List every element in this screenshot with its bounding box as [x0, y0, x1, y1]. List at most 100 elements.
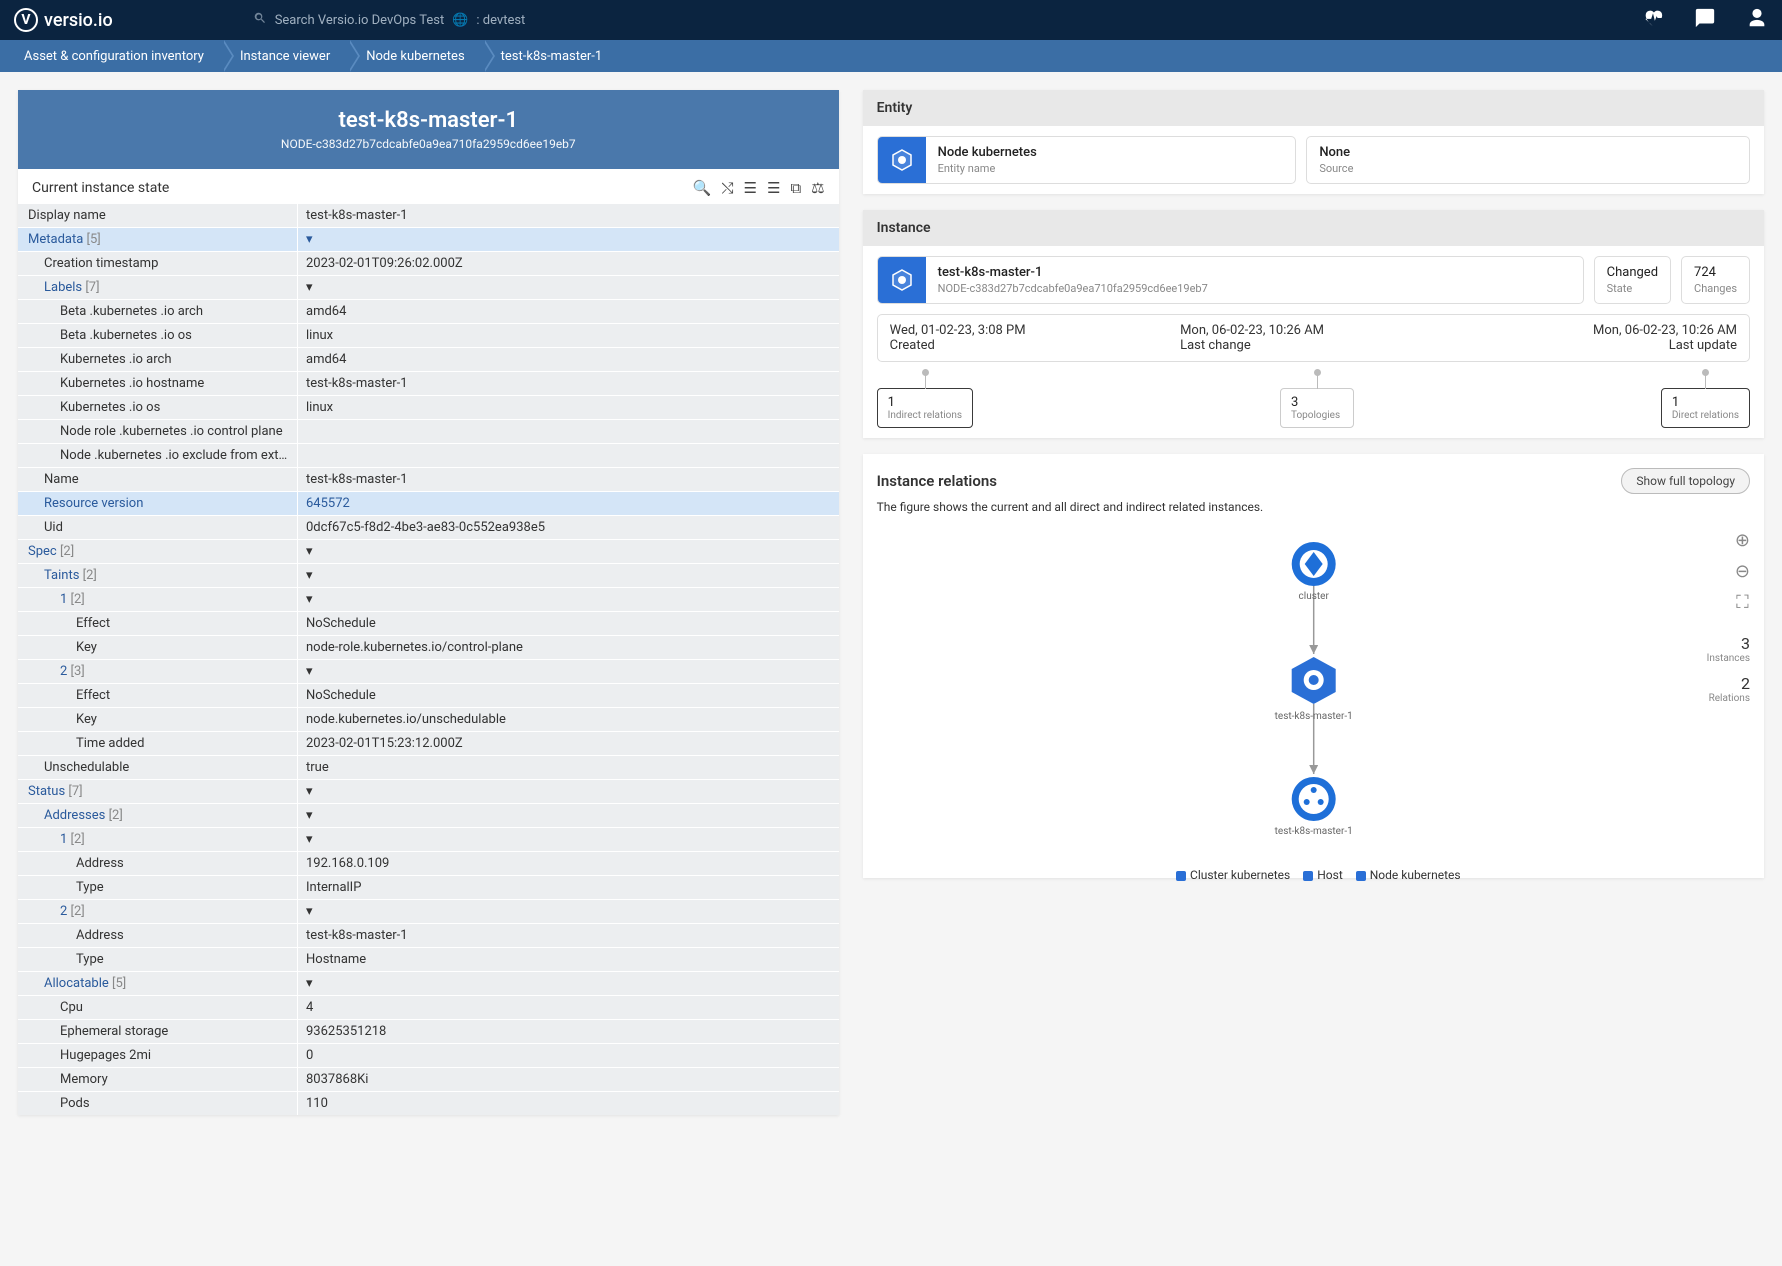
chevron-down-icon[interactable]: ▾: [306, 280, 313, 295]
indent-out-icon[interactable]: ☰: [767, 179, 780, 197]
property-value: ▾: [298, 780, 839, 803]
chevron-down-icon[interactable]: ▾: [306, 832, 313, 847]
chat-icon[interactable]: [1694, 7, 1716, 33]
topology-stats: 3 Instances 2 Relations: [1707, 634, 1750, 714]
magnify-icon[interactable]: 🔍: [693, 179, 712, 197]
property-value: ▾: [298, 564, 839, 587]
property-key: 1 [2]: [18, 588, 298, 611]
last-change-value: Mon, 06-02-23, 10:26 AM: [1180, 323, 1446, 338]
expandable-row[interactable]: 1 [2]▾: [18, 827, 839, 851]
property-key: Uid: [18, 516, 298, 539]
property-key: Resource version: [18, 492, 298, 515]
property-key: Taints [2]: [18, 564, 298, 587]
section-title: Current instance state: [32, 180, 169, 196]
entity-source-card[interactable]: None Source: [1306, 136, 1750, 184]
chevron-down-icon[interactable]: ▾: [306, 592, 313, 607]
scales-icon[interactable]: ⚖: [811, 179, 824, 197]
property-value: 2023-02-01T09:26:02.000Z: [298, 252, 839, 275]
property-value: 645572: [298, 492, 839, 515]
chevron-down-icon[interactable]: ▾: [306, 568, 313, 583]
property-value: amd64: [298, 300, 839, 323]
expandable-row[interactable]: 2 [2] ▾: [18, 899, 839, 923]
user-icon[interactable]: [1746, 7, 1768, 33]
chevron-down-icon[interactable]: ▾: [306, 232, 313, 247]
property-value: 192.168.0.109: [298, 852, 839, 875]
expandable-row[interactable]: 1 [2] ▾: [18, 587, 839, 611]
chevron-down-icon[interactable]: ▾: [306, 544, 313, 559]
chevron-down-icon[interactable]: ▾: [306, 784, 313, 799]
property-value: 2023-02-01T15:23:12.000Z: [298, 732, 839, 755]
topologies-card[interactable]: 3 Topologies: [1280, 388, 1354, 428]
indent-in-icon[interactable]: ☰: [744, 179, 757, 197]
entity-name: Node kubernetes: [938, 145, 1284, 160]
property-key: Metadata [5]: [18, 228, 298, 251]
entity-name-card[interactable]: Node kubernetes Entity name: [877, 136, 1297, 184]
property-value: test-k8s-master-1: [298, 204, 839, 227]
show-topology-button[interactable]: Show full topology: [1621, 468, 1750, 494]
expandable-row[interactable]: Addresses [2]▾: [18, 803, 839, 827]
instance-state-label: State: [1607, 282, 1658, 295]
entity-source-label: Source: [1319, 162, 1737, 175]
property-value: test-k8s-master-1: [298, 372, 839, 395]
property-key: 2 [2]: [18, 900, 298, 923]
property-row: Creation timestamp2023-02-01T09:26:02.00…: [18, 251, 839, 275]
property-row: Pods110: [18, 1091, 839, 1115]
crumb-node-kubernetes[interactable]: Node kubernetes: [350, 40, 484, 72]
expandable-row[interactable]: Taints [2] ▾: [18, 563, 839, 587]
direct-relations-card[interactable]: 1 Direct relations: [1661, 388, 1750, 428]
copy-icon[interactable]: ⧉: [790, 179, 801, 197]
property-row: Unschedulabletrue: [18, 755, 839, 779]
entity-panel: Entity Node kubernetes Entity name None …: [863, 90, 1764, 194]
instance-state-card[interactable]: Changed State: [1594, 256, 1671, 304]
property-row: Resource version645572: [18, 491, 839, 515]
property-value: Hostname: [298, 948, 839, 971]
expandable-row[interactable]: 2 [3]▾: [18, 659, 839, 683]
chevron-down-icon[interactable]: ▾: [306, 664, 313, 679]
property-key: Effect: [18, 684, 298, 707]
property-key: Ephemeral storage: [18, 1020, 298, 1043]
breadcrumbs: Asset & configuration inventory Instance…: [0, 40, 1782, 72]
property-row: Keynode.kubernetes.io/unschedulable: [18, 707, 839, 731]
zoom-out-icon[interactable]: ⊖: [1735, 561, 1750, 582]
property-value: amd64: [298, 348, 839, 371]
hero-title: test-k8s-master-1: [30, 108, 827, 133]
chevron-down-icon[interactable]: ▾: [306, 976, 313, 991]
expandable-row[interactable]: Status [7]▾: [18, 779, 839, 803]
instance-name: test-k8s-master-1: [938, 265, 1571, 280]
logo[interactable]: V versio.io: [14, 8, 113, 32]
topology-graph[interactable]: ⊕ ⊖ ⛶ 3 Instances 2 Relations: [877, 524, 1750, 864]
chevron-down-icon[interactable]: ▾: [306, 904, 313, 919]
heartbeat-icon[interactable]: [1642, 7, 1664, 33]
created-value: Wed, 01-02-23, 3:08 PM: [890, 323, 1156, 338]
crumb-instance-viewer[interactable]: Instance viewer: [224, 40, 350, 72]
property-key: Address: [18, 852, 298, 875]
property-value: 110: [298, 1092, 839, 1115]
instance-panel: Instance test-k8s-master-1 NODE-c383d27b…: [863, 210, 1764, 438]
instance-name-card[interactable]: test-k8s-master-1 NODE-c383d27b7cdcabfe0…: [877, 256, 1584, 304]
expandable-row[interactable]: Spec [2]▾: [18, 539, 839, 563]
expandable-row[interactable]: Allocatable [5]▾: [18, 971, 839, 995]
search-bar[interactable]: Search Versio.io DevOps Test 🌐 : devtest: [253, 11, 526, 29]
svg-text:test-k8s-master-1: test-k8s-master-1: [1274, 826, 1352, 837]
property-key: Cpu: [18, 996, 298, 1019]
fullscreen-icon[interactable]: ⛶: [1736, 592, 1749, 613]
search-suffix: : devtest: [476, 13, 525, 28]
zoom-in-icon[interactable]: ⊕: [1735, 530, 1750, 551]
expandable-row[interactable]: Metadata [5] ▾: [18, 227, 839, 251]
property-key: Name: [18, 468, 298, 491]
topology-svg: cluster test-k8s-master-1 test-k8s-maste…: [877, 524, 1750, 864]
property-value: [298, 420, 839, 443]
expandable-row[interactable]: Labels [7]▾: [18, 275, 839, 299]
property-row: Memory8037868Ki: [18, 1067, 839, 1091]
indirect-relations-card[interactable]: 1 Indirect relations: [877, 388, 973, 428]
chevron-down-icon[interactable]: ▾: [306, 808, 313, 823]
globe-icon: 🌐: [452, 13, 468, 28]
crumb-inventory[interactable]: Asset & configuration inventory: [8, 40, 224, 72]
property-value: ▾: [298, 972, 839, 995]
property-value: [298, 444, 839, 467]
shuffle-icon[interactable]: ⤭: [722, 179, 734, 197]
property-value: linux: [298, 324, 839, 347]
logo-icon: V: [14, 8, 38, 32]
instance-changes-card[interactable]: 724 Changes: [1681, 256, 1750, 304]
property-value: 8037868Ki: [298, 1068, 839, 1091]
